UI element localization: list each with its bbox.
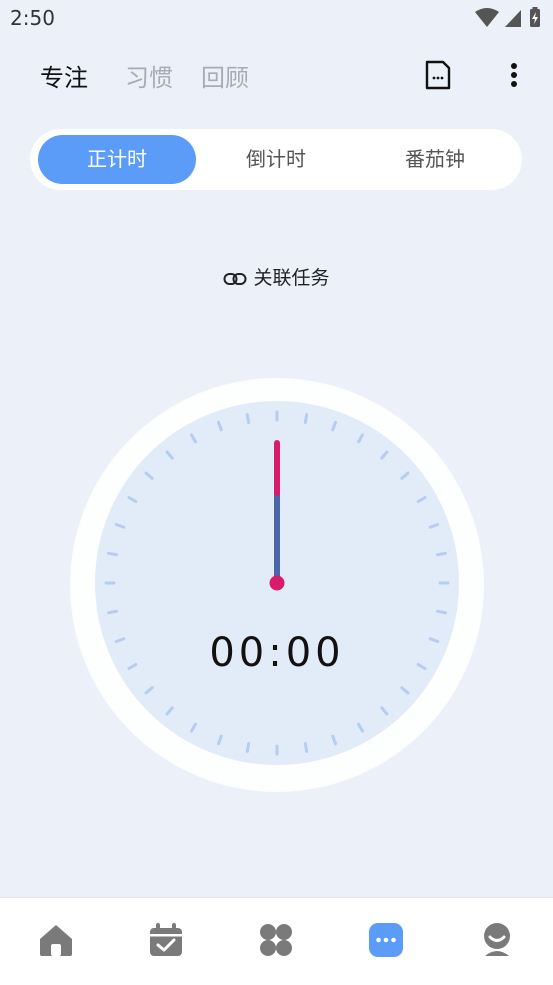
dial-tick	[217, 420, 223, 432]
link-task-button[interactable]: 关联任务	[0, 263, 553, 292]
dial-tick	[428, 523, 440, 529]
status-bar: 2:50	[0, 0, 553, 36]
dial-tick	[331, 420, 337, 432]
dial-tick	[331, 734, 337, 746]
bottom-nav	[0, 897, 553, 985]
dial-tick	[357, 722, 364, 733]
dial-face	[104, 410, 450, 756]
dial-tick	[127, 496, 138, 503]
link-task-label: 关联任务	[253, 267, 330, 289]
tab-habits[interactable]: 习惯	[125, 58, 173, 93]
dial-center-dot	[269, 575, 285, 591]
link-icon	[223, 270, 247, 292]
status-icons	[473, 7, 545, 29]
dial-tick	[107, 609, 118, 615]
dial-tick	[400, 686, 410, 695]
dial-tick	[217, 734, 223, 746]
dial-tick	[380, 450, 389, 460]
dial-tick	[245, 742, 251, 753]
timer-dial	[95, 401, 459, 765]
dial-tick	[165, 706, 174, 716]
tab-review[interactable]: 回顾	[201, 58, 249, 93]
mode-pomodoro[interactable]: 番茄钟	[356, 135, 514, 184]
battery-charging-icon	[530, 7, 540, 27]
tab-focus[interactable]: 专注	[40, 58, 88, 93]
dial-tick	[357, 433, 364, 444]
mode-countdown[interactable]: 倒计时	[197, 135, 355, 184]
dial-tick	[107, 551, 118, 557]
dial-tick	[400, 471, 410, 480]
timer-display: 00:00	[209, 630, 345, 676]
timer-mode-switch: 正计时 倒计时 番茄钟	[30, 129, 522, 190]
calendar-check-icon[interactable]	[146, 920, 186, 960]
dial-tick	[416, 496, 427, 503]
dial-tick	[144, 471, 154, 480]
dial-tick	[144, 686, 154, 695]
focus-icon[interactable]	[366, 920, 406, 960]
dial-tick	[303, 742, 309, 753]
dial-tick	[114, 523, 126, 529]
home-icon[interactable]	[36, 920, 76, 960]
apps-icon[interactable]	[256, 920, 296, 960]
dial-tick	[165, 450, 174, 460]
dial-tick	[436, 609, 447, 615]
dial-tick	[303, 413, 309, 424]
dial-tick	[245, 413, 251, 424]
dial-tick	[380, 706, 389, 716]
signal-icon	[505, 10, 521, 27]
mode-count-up[interactable]: 正计时	[38, 135, 196, 184]
dial-tick	[190, 433, 197, 444]
more-vertical-icon[interactable]	[505, 61, 523, 95]
profile-icon[interactable]	[477, 920, 517, 960]
dial-tick	[190, 722, 197, 733]
status-time: 2:50	[10, 6, 55, 30]
document-icon[interactable]	[424, 60, 452, 94]
dial-tick	[436, 551, 447, 557]
wifi-icon	[475, 8, 499, 27]
